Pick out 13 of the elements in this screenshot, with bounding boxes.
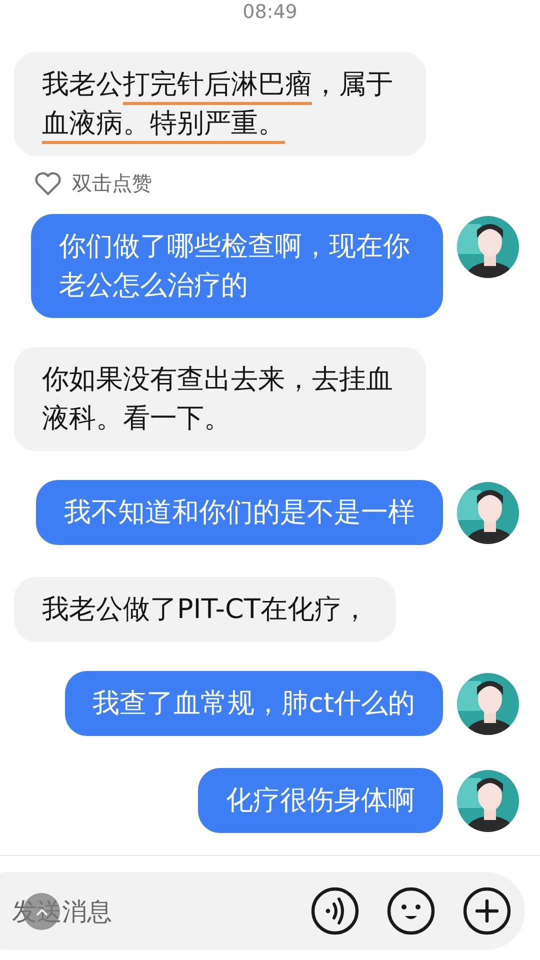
message-bubble: 我查了血常规，肺ct什么的 — [64, 671, 443, 736]
like-hint[interactable]: 双击点赞 — [72, 170, 152, 197]
heart-icon[interactable] — [34, 172, 62, 196]
message-bubble: 你们做了哪些检查啊，现在你老公怎么治疗的 — [31, 214, 443, 318]
message-bubble: 化疗很伤身体啊 — [198, 768, 443, 833]
voice-icon[interactable] — [311, 887, 359, 935]
message-bubble: 我不知道和你们的是不是一样 — [36, 480, 443, 545]
plus-icon[interactable] — [463, 887, 511, 935]
smiley-icon[interactable] — [387, 887, 435, 935]
message-bubble: 你如果没有查出去来，去挂血液科。看一下。 — [14, 347, 426, 451]
timestamp: 08:49 — [242, 0, 298, 24]
message-bubble: 我老公打完针后淋巴瘤，属于 血液病。特别严重。 — [14, 52, 426, 156]
message-bubble: 我老公做了PIT-CT在化疗， — [14, 577, 396, 642]
